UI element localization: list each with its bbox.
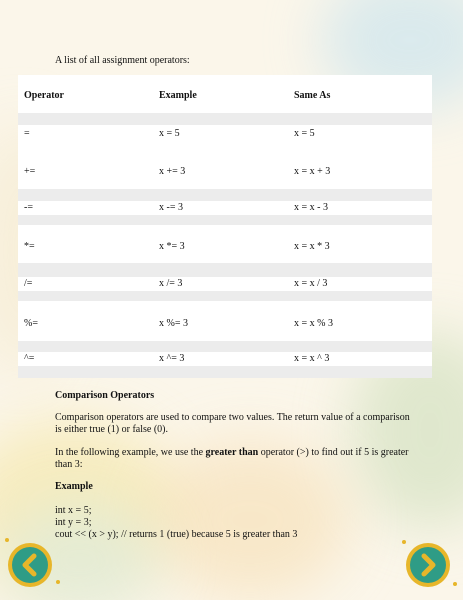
same-as-cell: x = x / 3 (294, 278, 328, 289)
table-row: ^= x ^= 3 x = x ^ 3 (18, 352, 432, 366)
bold-term: greater than (205, 447, 259, 458)
same-as-cell: x = 5 (294, 128, 315, 139)
table-row: += x += 3 x = x + 3 (18, 149, 432, 189)
header-example: Example (159, 90, 197, 101)
example-cell: x /= 3 (159, 278, 183, 289)
decorative-dot (5, 538, 9, 542)
operator-cell: ^= (24, 353, 35, 364)
same-as-cell: x = x - 3 (294, 202, 328, 213)
code-line: int y = 3; (55, 517, 92, 528)
table-row: %= x %= 3 x = x % 3 (18, 301, 432, 341)
header-operator: Operator (24, 90, 64, 101)
previous-page-button[interactable] (8, 543, 52, 587)
decorative-dot (453, 582, 457, 586)
intro-text: A list of all assignment operators: (55, 55, 190, 66)
operator-cell: += (24, 166, 36, 177)
header-same-as: Same As (294, 90, 331, 101)
table-row: /= x /= 3 x = x / 3 (18, 277, 432, 291)
decorative-dot (56, 580, 60, 584)
operator-cell: = (24, 128, 30, 139)
operator-cell: /= (24, 278, 33, 289)
paragraph-text: In the following example, we use the (55, 447, 206, 458)
example-cell: x += 3 (159, 166, 186, 177)
example-heading: Example (55, 481, 93, 492)
section-title: Comparison Operators (55, 390, 155, 401)
table-row: = x = 5 x = 5 (18, 125, 432, 149)
table-header-row: Operator Example Same As (18, 75, 432, 113)
next-page-button[interactable] (406, 543, 450, 587)
page: A list of all assignment operators: Oper… (0, 0, 463, 600)
example-cell: x = 5 (159, 128, 180, 139)
table-row: -= x -= 3 x = x - 3 (18, 201, 432, 215)
same-as-cell: x = x % 3 (294, 318, 333, 329)
operator-cell: -= (24, 202, 33, 213)
operator-cell: %= (24, 318, 38, 329)
chevron-left-icon (22, 553, 37, 577)
code-line: cout << (x > y); // returns 1 (true) bec… (55, 529, 298, 540)
same-as-cell: x = x + 3 (294, 166, 331, 177)
same-as-cell: x = x ^ 3 (294, 353, 330, 364)
example-cell: x %= 3 (159, 318, 188, 329)
table-row: *= x *= 3 x = x * 3 (18, 225, 432, 263)
example-cell: x -= 3 (159, 202, 183, 213)
operator-cell: *= (24, 241, 35, 252)
assignment-operators-table: Operator Example Same As = x = 5 x = 5 +… (18, 75, 432, 378)
chevron-right-icon (421, 553, 436, 577)
code-line: int x = 5; (55, 505, 92, 516)
decorative-dot (402, 540, 406, 544)
same-as-cell: x = x * 3 (294, 241, 330, 252)
comparison-paragraph: Comparison operators are used to compare… (55, 412, 410, 435)
example-cell: x ^= 3 (159, 353, 185, 364)
example-intro-paragraph: In the following example, we use the gre… (55, 447, 410, 471)
example-cell: x *= 3 (159, 241, 185, 252)
